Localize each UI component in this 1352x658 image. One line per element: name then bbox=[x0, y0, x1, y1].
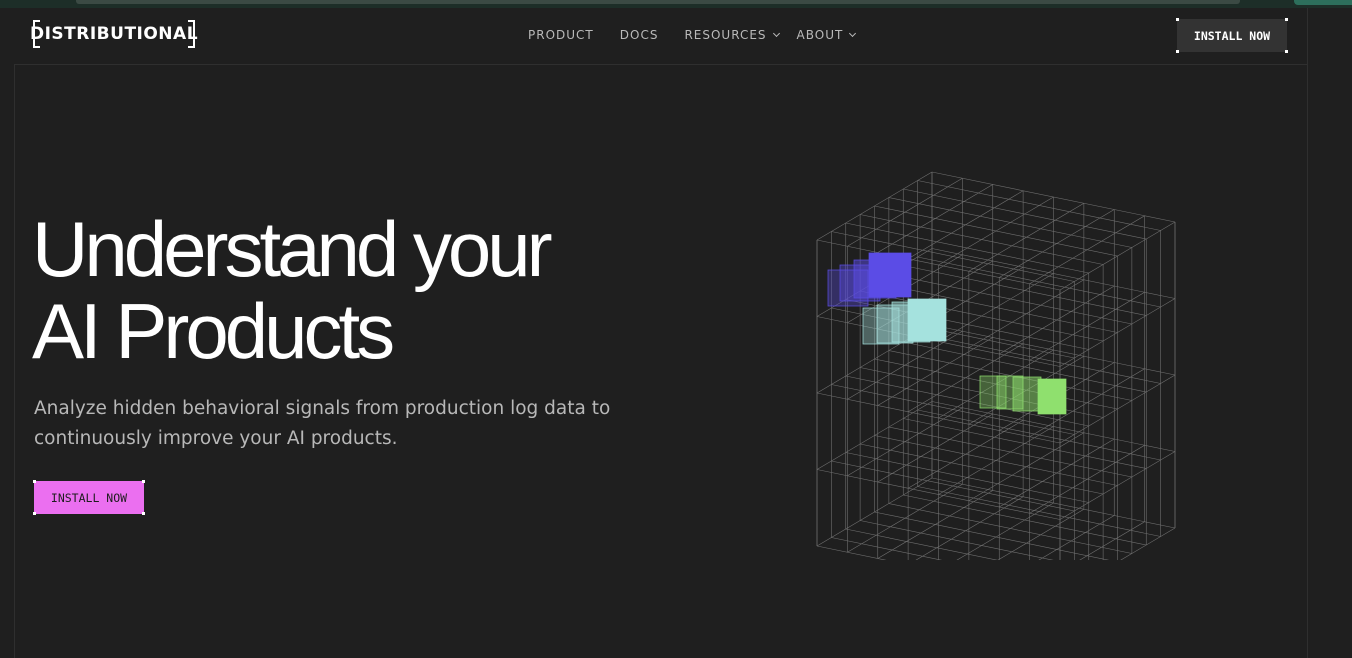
hero-grid-cube-illustration bbox=[816, 171, 1176, 560]
grid-line bbox=[999, 209, 1115, 278]
data-block bbox=[907, 298, 947, 342]
grid-line bbox=[999, 438, 1115, 508]
nav-item-docs[interactable]: DOCS bbox=[620, 28, 659, 42]
grid-line bbox=[874, 511, 1110, 560]
grid-line bbox=[1029, 444, 1145, 514]
brand-logo[interactable]: DISTRIBUTIONAL bbox=[29, 20, 199, 48]
nav-item-product[interactable]: PRODUCT bbox=[528, 28, 594, 42]
grid-line bbox=[1029, 291, 1145, 361]
data-block bbox=[1037, 378, 1067, 415]
grid-line bbox=[860, 443, 1104, 495]
headline-line-1: Understand your bbox=[32, 205, 553, 293]
button-corner bbox=[142, 512, 145, 515]
button-corner bbox=[1285, 18, 1288, 21]
browser-tab-indicator bbox=[1294, 0, 1352, 5]
chevron-down-icon bbox=[772, 29, 780, 38]
button-corner bbox=[1176, 50, 1179, 53]
grid-line bbox=[845, 528, 998, 560]
main-nav: PRODUCT DOCS RESOURCES ABOUT bbox=[528, 28, 857, 42]
button-label: INSTALL NOW bbox=[1193, 28, 1271, 43]
frame-divider-right bbox=[1307, 8, 1308, 658]
nav-item-about[interactable]: ABOUT bbox=[796, 28, 857, 42]
grid-line bbox=[999, 285, 1115, 355]
grid-line bbox=[968, 279, 1085, 349]
data-block bbox=[1012, 376, 1042, 412]
nav-item-label: ABOUT bbox=[796, 28, 844, 42]
frame-divider-left bbox=[14, 64, 15, 658]
logo-bracket-right bbox=[188, 20, 195, 48]
subtitle-line-2: continuously improve your AI products. bbox=[34, 428, 398, 449]
grid-line bbox=[968, 432, 1085, 502]
logo-text: DISTRIBUTIONAL bbox=[29, 24, 199, 44]
grid-line bbox=[1029, 215, 1145, 285]
browser-bar bbox=[76, 0, 1240, 4]
grid-line bbox=[874, 435, 1118, 486]
nav-item-label: PRODUCT bbox=[528, 28, 594, 42]
nav-item-resources[interactable]: RESOURCES bbox=[684, 28, 780, 42]
install-now-button-header[interactable]: INSTALL NOW bbox=[1176, 18, 1288, 53]
browser-top-strip bbox=[0, 0, 1352, 8]
chevron-down-icon bbox=[849, 29, 857, 38]
logo-bracket-left bbox=[33, 20, 40, 48]
headline-line-2: AI Products bbox=[32, 287, 395, 375]
data-block bbox=[868, 252, 912, 298]
header-divider bbox=[14, 64, 1308, 65]
button-corner bbox=[142, 480, 145, 483]
nav-item-label: DOCS bbox=[619, 28, 659, 42]
hero-headline: Understand your AI Products bbox=[32, 208, 652, 372]
hero-subtitle: Analyze hidden behavioral signals from p… bbox=[34, 394, 674, 454]
cube-grid-lines bbox=[816, 171, 1176, 560]
button-corner bbox=[1176, 18, 1179, 21]
grid-line bbox=[845, 452, 1089, 503]
grid-line bbox=[874, 205, 1118, 257]
button-corner bbox=[1285, 50, 1288, 53]
subtitle-line-1: Analyze hidden behavioral signals from p… bbox=[34, 398, 611, 419]
button-corner bbox=[33, 480, 36, 483]
grid-line bbox=[968, 202, 1085, 272]
button-label: INSTALL NOW bbox=[50, 490, 128, 505]
button-corner bbox=[33, 512, 36, 515]
grid-line bbox=[831, 460, 1075, 512]
nav-item-label: RESOURCES bbox=[684, 28, 767, 42]
install-now-button-hero[interactable]: INSTALL NOW bbox=[33, 480, 145, 515]
